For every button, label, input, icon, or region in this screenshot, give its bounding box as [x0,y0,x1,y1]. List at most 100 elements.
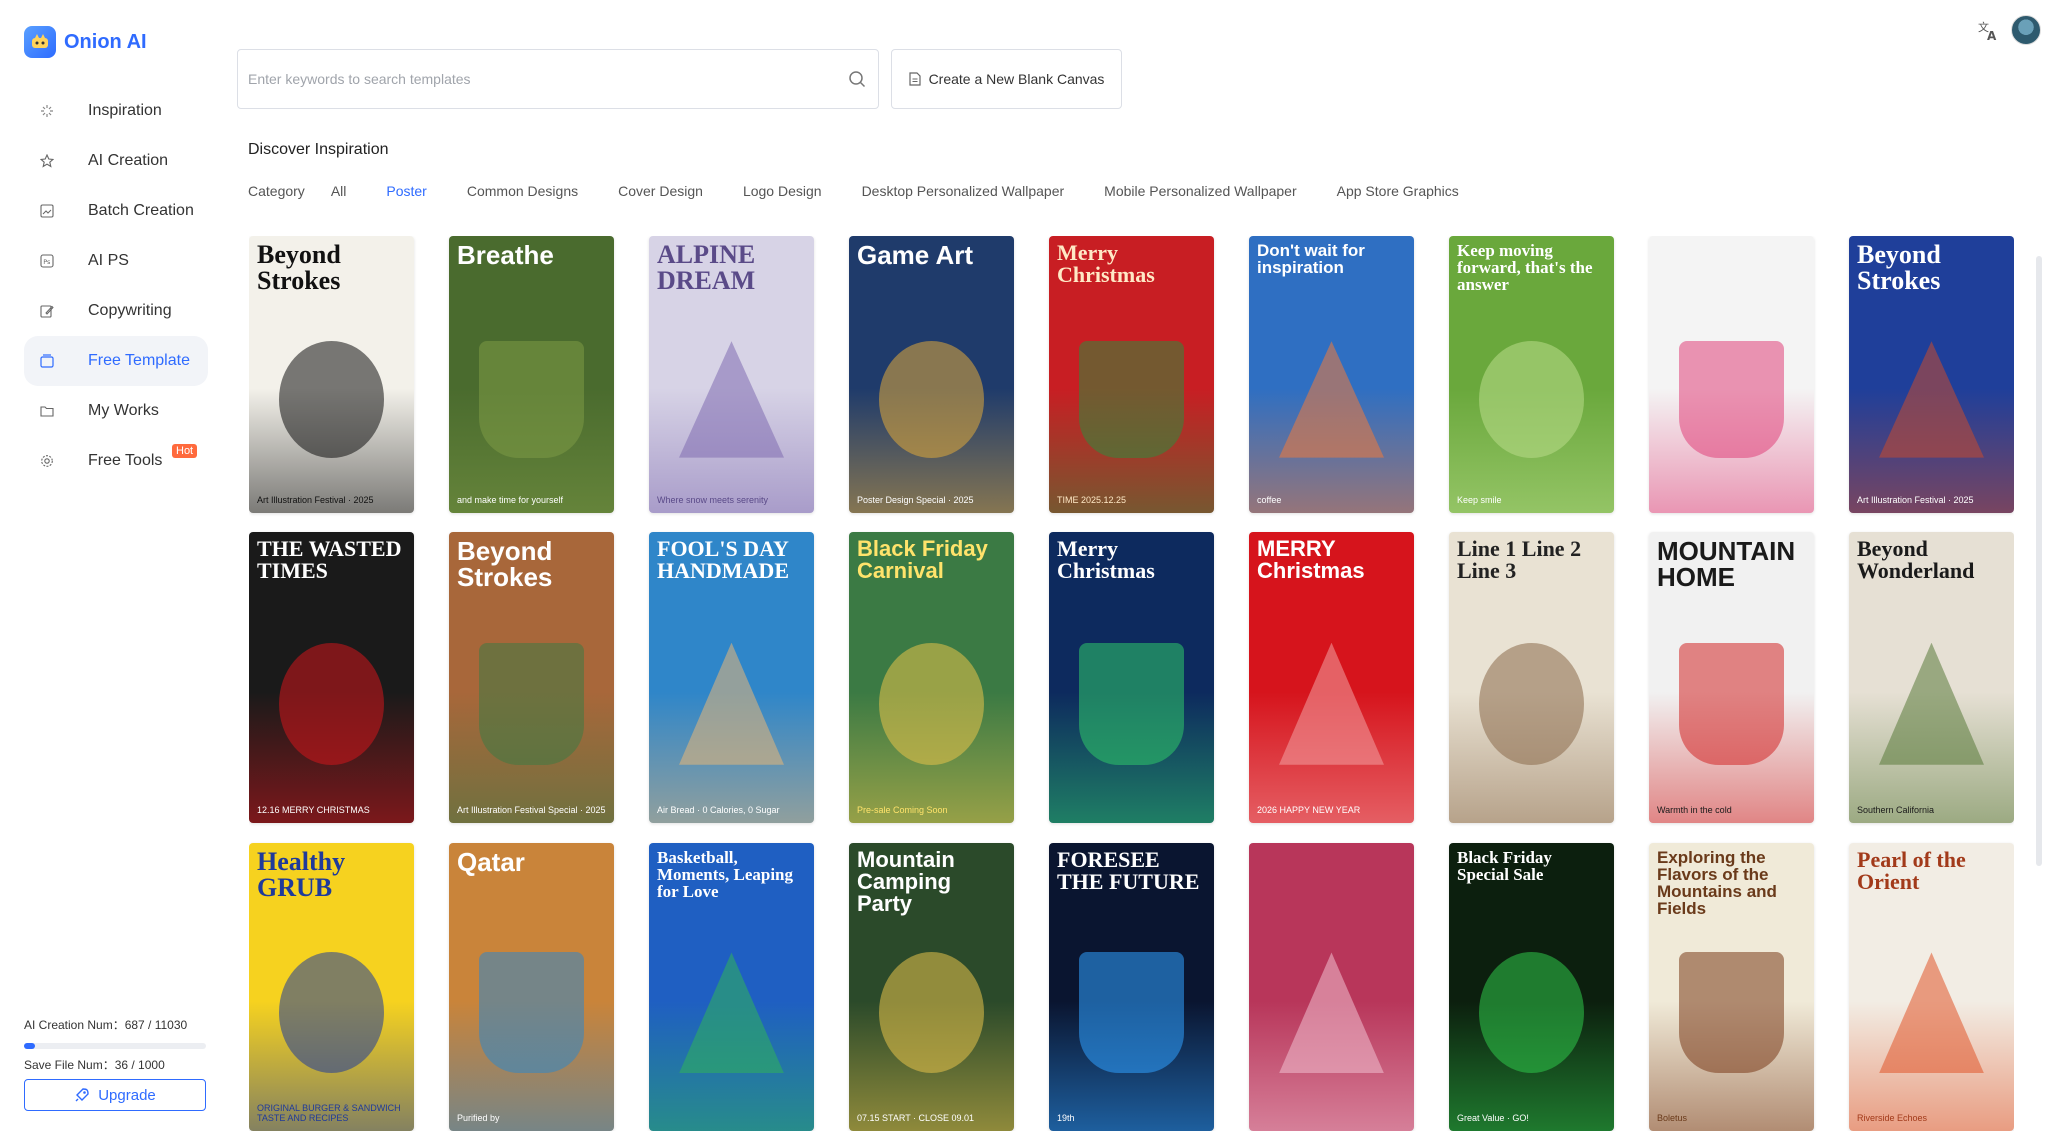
sidebar-item-batch-creation[interactable]: Batch Creation [24,186,208,236]
template-thumbnail-art [679,952,784,1074]
template-subtitle: Great Value · GO! [1457,1113,1529,1123]
template-card[interactable]: FOOL'S DAY HANDMADE Air Bread · 0 Calorie… [649,532,814,823]
template-title: FOOL'S DAY HANDMADE [657,536,789,583]
search-icon[interactable] [848,70,866,88]
sidebar: Onion AI Inspiration AI Creation Batch Cre… [0,0,220,1131]
sidebar-item-label: Free Tools [88,452,163,469]
template-card[interactable]: Black Friday Carnival Pre-sale Coming Soo… [849,532,1014,823]
upgrade-label: Upgrade [98,1086,156,1104]
tab-cover-design[interactable]: Cover Design [618,183,703,199]
sidebar-item-label: Batch Creation [88,202,194,219]
template-card[interactable]: Breathe and make time for yourself [449,236,614,513]
template-thumbnail-art [1279,952,1384,1074]
ai-creation-label: AI Creation Num： [24,1018,125,1032]
template-card[interactable]: MOUNTAIN HOME Warmth in the cold [1649,532,1814,823]
template-thumbnail-art [879,952,984,1074]
template-grid: Beyond Strokes Art Illustration Festival … [249,236,2014,1131]
template-thumbnail-art [479,341,584,458]
sidebar-item-label: My Works [88,402,159,419]
template-card[interactable]: Mountain Camping Party 07.15 START · CLOS… [849,843,1014,1131]
template-title: Mountain Camping Party [857,847,955,916]
tab-app-store-graphics[interactable]: App Store Graphics [1337,183,1459,199]
template-card[interactable]: Healthy GRUB ORIGINAL BURGER & SANDWICH T… [249,843,414,1131]
template-card[interactable]: MERRY Christmas 2026 HAPPY NEW YEAR [1249,532,1414,823]
template-title: Merry Christmas [1057,536,1155,583]
folder-icon [40,406,54,417]
sidebar-item-my-works[interactable]: My Works [24,386,208,436]
template-card[interactable]: FORESEE THE FUTURE 19th [1049,843,1214,1131]
template-card[interactable] [1249,843,1414,1131]
template-card[interactable]: Merry Christmas TIME 2025.12.25 [1049,236,1214,513]
template-title: Pearl of the Orient [1857,847,1966,894]
sidebar-item-inspiration[interactable]: Inspiration [24,86,208,136]
translate-icon[interactable]: 文 A [1976,18,2000,42]
template-card[interactable]: Game Art Poster Design Special · 2025 [849,236,1014,513]
template-title: Beyond Strokes [1857,240,1941,295]
search-input[interactable] [238,50,798,108]
template-card[interactable]: Beyond Wonderland Southern California [1849,532,2014,823]
template-card[interactable]: Beyond Strokes Art Illustration Festival … [249,236,414,513]
tab-desktop-personalized-wallpaper[interactable]: Desktop Personalized Wallpaper [862,183,1065,199]
template-title: Don't wait for inspiration [1257,241,1365,277]
template-card[interactable]: Merry Christmas [1049,532,1214,823]
edit-icon [40,305,54,318]
onion-logo-icon [24,26,56,58]
template-title: Black Friday Carnival [857,536,988,583]
brand-name: Onion AI [64,30,147,53]
sidebar-item-free-tools[interactable]: Free Tools Hot [24,436,208,486]
template-card[interactable]: Beyond Strokes Art Illustration Festival … [449,532,614,823]
brand[interactable]: Onion AI [24,26,147,58]
sparkle-icon [41,105,53,117]
sidebar-item-label: Free Template [88,352,190,369]
upgrade-button[interactable]: Upgrade [24,1079,206,1111]
template-subtitle: TIME 2025.12.25 [1057,495,1127,505]
ai-creation-value: 687 / 11030 [124,1018,188,1032]
category-label: Category [248,183,305,199]
template-thumbnail-art [879,341,984,458]
template-card[interactable]: Don't wait for inspiration coffee [1249,236,1414,513]
template-card[interactable]: ALPINE DREAM Where snow meets serenity [649,236,814,513]
template-card[interactable]: Pearl of the Orient Riverside Echoes [1849,843,2014,1131]
sidebar-item-label: Inspiration [88,102,162,119]
template-card[interactable]: THE WASTED TIMES 12.16 MERRY CHRISTMAS [249,532,414,823]
template-thumbnail-art [1479,642,1584,765]
template-subtitle: Art Illustration Festival · 2025 [1857,495,1974,505]
sidebar-item-ai-creation[interactable]: AI Creation [24,136,208,186]
template-title: Breathe [457,240,554,270]
image-icon [40,204,54,218]
discover-title: Discover Inspiration [248,141,389,158]
template-subtitle: Boletus [1657,1113,1688,1123]
tab-mobile-personalized-wallpaper[interactable]: Mobile Personalized Wallpaper [1104,183,1296,199]
sidebar-item-copywriting[interactable]: Copywriting [24,286,208,336]
template-card[interactable]: Line 1 Line 2 Line 3 [1449,532,1614,823]
template-thumbnail-art [1079,952,1184,1074]
tab-logo-design[interactable]: Logo Design [743,183,822,199]
template-thumbnail-art [279,952,384,1074]
tab-poster[interactable]: Poster [386,183,426,199]
template-card[interactable]: Qatar Purified by [449,843,614,1131]
create-blank-canvas-button[interactable]: Create a New Blank Canvas [891,49,1122,109]
template-card[interactable]: Exploring the Flavors of the Mountains a… [1649,843,1814,1131]
sidebar-nav: Inspiration AI Creation Batch Creation Ps AI… [24,86,208,486]
template-thumbnail-art [279,341,384,458]
template-title: MERRY Christmas [1257,536,1365,583]
template-subtitle: Pre-sale Coming Soon [857,805,948,815]
template-subtitle: 2026 HAPPY NEW YEAR [1257,805,1361,815]
scrollbar[interactable] [2036,256,2042,866]
tab-common-designs[interactable]: Common Designs [467,183,578,199]
template-card[interactable]: Black Friday Special Sale Great Value · G… [1449,843,1614,1131]
sidebar-item-label: AI Creation [88,152,169,169]
template-card[interactable] [1649,236,1814,513]
avatar[interactable] [2011,15,2041,45]
template-subtitle: Riverside Echoes [1857,1113,1928,1123]
template-card[interactable]: Beyond Strokes Art Illustration Festival … [1849,236,2014,513]
sidebar-item-ai-ps[interactable]: Ps AI PS [24,236,208,286]
svg-text:A: A [1987,29,1997,42]
template-card[interactable]: Basketball, Moments, Leaping for Love [649,843,814,1131]
template-thumbnail-art [479,642,584,765]
template-card[interactable]: Keep moving forward, that's the answer Ke… [1449,236,1614,513]
svg-text:Ps: Ps [43,258,51,266]
sidebar-item-free-template[interactable]: Free Template [24,336,208,386]
sidebar-item-label: AI PS [88,252,129,269]
tab-all[interactable]: All [331,183,347,199]
